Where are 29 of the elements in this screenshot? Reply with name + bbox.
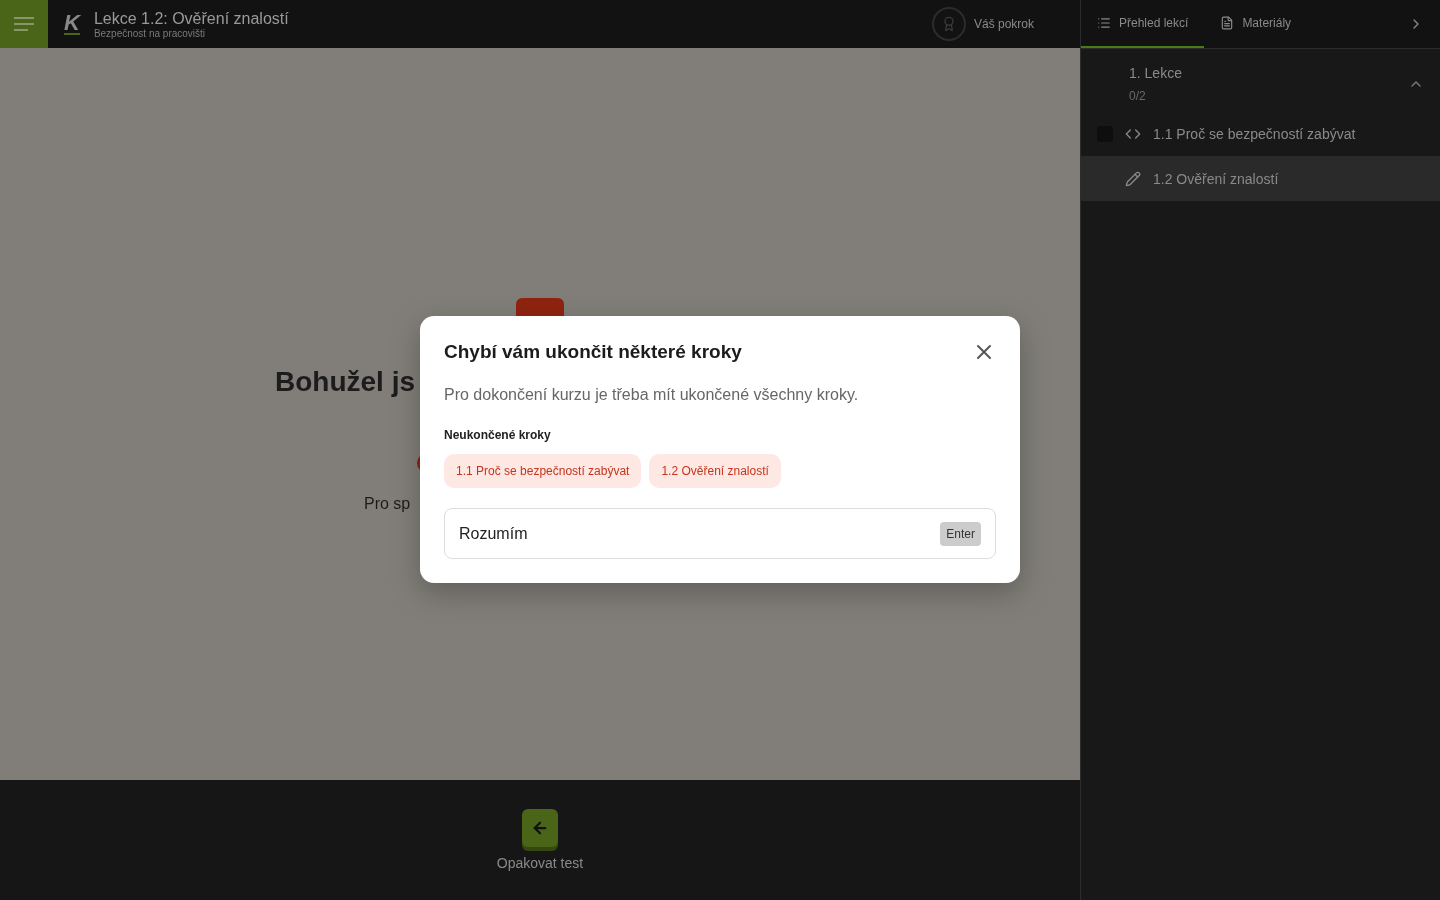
lesson-title: Lekce 1.2: Ověření znalostí (93, 9, 290, 28)
course-subtitle: Bezpečnost na pracovišti (93, 27, 207, 39)
lesson-item[interactable]: 1.1 Proč se bezpečností zabývat (1081, 111, 1440, 156)
retry-label: Opakovat test (496, 855, 584, 871)
result-heading: Bohužel js (275, 366, 415, 398)
key-hint: Enter (940, 521, 981, 546)
dialog-text: Pro dokončení kurzu je třeba mít ukončené všechny kroky. (444, 386, 860, 404)
result-badge (516, 298, 564, 316)
section-title: 1. Lekce (1129, 65, 1183, 81)
menu-icon (14, 17, 34, 31)
result-text: Pro sp (364, 495, 411, 513)
section-label: Neukončené kroky (444, 428, 552, 442)
step-tag: 1.2 Ověření znalostí (649, 454, 781, 488)
dialog-title: Chybí vám ukončit některé kroky (444, 341, 742, 363)
step-tag: 1.1 Proč se bezpečností zabývat (444, 454, 642, 488)
sidebar-tab[interactable]: Přehled lekcí (1081, 0, 1205, 48)
menu-button[interactable] (0, 0, 48, 48)
progress-button[interactable]: Váš pokrok (925, 6, 1040, 42)
sidebar-tab[interactable]: Materiály (1204, 0, 1308, 48)
lesson-label: 1.2 Ověření znalostí (1153, 170, 1279, 187)
file-icon (1220, 16, 1235, 30)
lesson-label: 1.1 Proč se bezpečností zabývat (1153, 125, 1356, 142)
logo: K (64, 13, 80, 35)
pencil-icon (1125, 170, 1141, 187)
lesson-item[interactable]: 1.2 Ověření znalostí (1081, 156, 1440, 201)
confirm-button[interactable]: Rozumím Enter (444, 508, 996, 559)
list-icon (1097, 16, 1111, 30)
award-icon (931, 7, 966, 41)
section-count: 0/2 (1129, 89, 1147, 103)
